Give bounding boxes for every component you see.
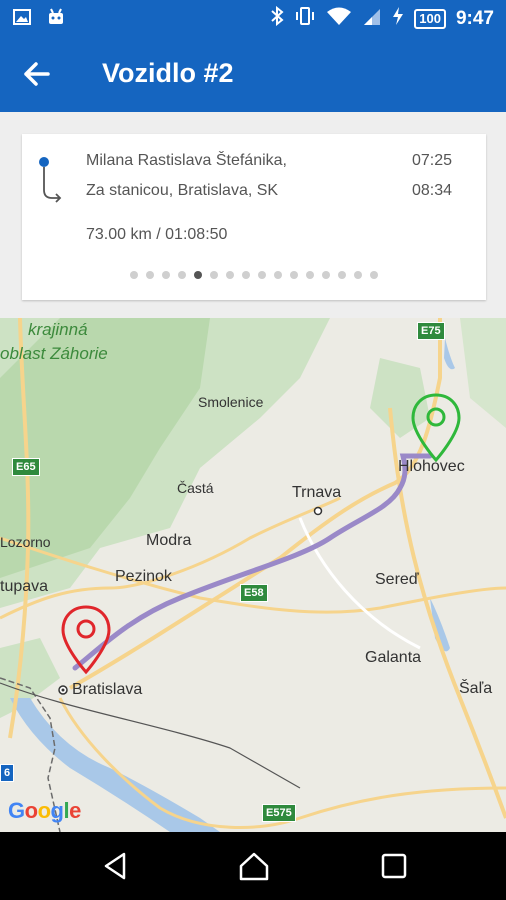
start-time: 07:25 bbox=[411, 152, 452, 169]
square-recents-icon bbox=[381, 853, 407, 879]
page-dot[interactable] bbox=[178, 271, 186, 279]
page-dot[interactable] bbox=[130, 271, 138, 279]
page-dot[interactable] bbox=[354, 271, 362, 279]
app-bar: Vozidlo #2 bbox=[0, 34, 506, 112]
page-dot[interactable] bbox=[306, 271, 314, 279]
map-label-oblast: oblast Záhorie bbox=[0, 344, 108, 363]
map-label-sala: Šaľa bbox=[459, 680, 493, 697]
bluetooth-icon bbox=[270, 5, 284, 31]
google-logo: Google bbox=[8, 798, 81, 823]
page-dot[interactable] bbox=[322, 271, 330, 279]
page-dot[interactable] bbox=[226, 271, 234, 279]
navigation-bar bbox=[0, 832, 506, 900]
page-dot[interactable] bbox=[258, 271, 266, 279]
route-icon bbox=[39, 157, 62, 203]
back-button[interactable] bbox=[18, 54, 58, 94]
start-marker-icon[interactable] bbox=[410, 392, 462, 464]
page-dot[interactable] bbox=[370, 271, 378, 279]
map-label-casta: Častá bbox=[177, 480, 214, 496]
map-label-galanta: Galanta bbox=[365, 649, 422, 666]
map-label-bratislava: Bratislava bbox=[72, 681, 143, 698]
gallery-notification-icon bbox=[12, 7, 32, 32]
battery-level: 100 bbox=[414, 8, 446, 29]
distance-duration: 73.00 km / 01:08:50 bbox=[86, 226, 228, 243]
map-label-lozorno: Lozorno bbox=[0, 534, 51, 550]
arrow-back-icon bbox=[24, 62, 50, 86]
page-title: Vozidlo #2 bbox=[102, 58, 234, 88]
map-label-modra: Modra bbox=[146, 532, 192, 549]
map-label-smolenice: Smolenice bbox=[198, 394, 264, 410]
map-label-trnava: Trnava bbox=[292, 484, 342, 501]
map-label-hlohovec: Hlohovec bbox=[398, 458, 465, 475]
charging-icon bbox=[392, 6, 404, 31]
trip-card[interactable]: Milana Rastislava Štefánika, 07:25 Za st… bbox=[22, 134, 486, 300]
signal-icon bbox=[362, 6, 382, 31]
map-view[interactable]: krajinná oblast Záhorie Smolenice Častá … bbox=[0, 318, 506, 832]
nav-home-button[interactable] bbox=[236, 848, 272, 884]
start-address: Milana Rastislava Štefánika, bbox=[86, 152, 287, 169]
road-shield-e65: E65 bbox=[12, 458, 40, 476]
map-label-stupava: tupava bbox=[0, 578, 49, 595]
road-shield-e58: E58 bbox=[240, 584, 268, 602]
vibrate-icon bbox=[294, 6, 316, 31]
status-bar: 100 9:47 bbox=[0, 0, 506, 34]
road-shield-6: 6 bbox=[0, 764, 15, 782]
page-dot[interactable] bbox=[162, 271, 170, 279]
page-dot[interactable] bbox=[290, 271, 298, 279]
map-label-sered: Sereď bbox=[375, 571, 419, 588]
road-shield-e75: E75 bbox=[417, 322, 445, 340]
wifi-icon bbox=[326, 6, 352, 31]
map-label-pezinok: Pezinok bbox=[115, 568, 172, 585]
page-dot[interactable] bbox=[194, 271, 202, 279]
end-time: 08:34 bbox=[411, 182, 452, 199]
map-label-krajinna: krajinná bbox=[28, 320, 88, 339]
page-dot[interactable] bbox=[146, 271, 154, 279]
home-icon bbox=[239, 852, 269, 881]
page-dot[interactable] bbox=[338, 271, 346, 279]
nav-back-button[interactable] bbox=[98, 848, 134, 884]
road-shield-e575: E575 bbox=[262, 804, 296, 822]
end-address: Za stanicou, Bratislava, SK bbox=[86, 182, 279, 199]
page-dot[interactable] bbox=[274, 271, 282, 279]
nav-recents-button[interactable] bbox=[376, 848, 412, 884]
page-indicator[interactable] bbox=[22, 271, 486, 279]
end-marker-icon[interactable] bbox=[60, 604, 112, 676]
page-dot[interactable] bbox=[242, 271, 250, 279]
page-dot[interactable] bbox=[210, 271, 218, 279]
clock: 9:47 bbox=[455, 7, 494, 29]
android-notification-icon bbox=[46, 7, 66, 32]
triangle-back-icon bbox=[104, 852, 126, 880]
